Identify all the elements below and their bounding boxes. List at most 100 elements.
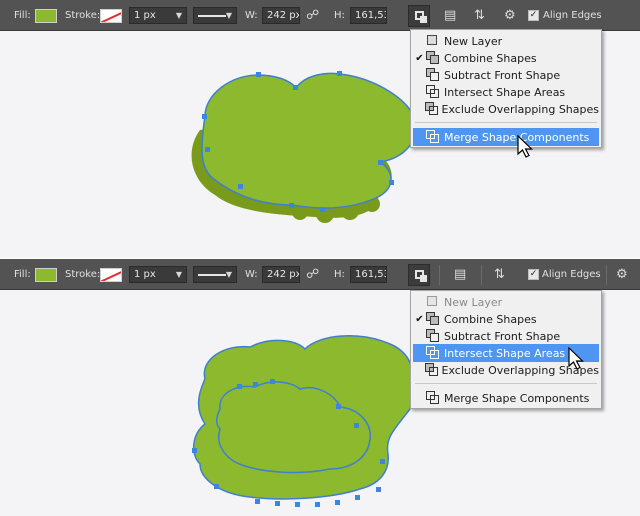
menu-item-label: Combine Shapes <box>444 312 537 326</box>
menu-item-label: Exclude Overlapping Shapes <box>441 102 600 116</box>
path-arrangement-icon[interactable]: ⇅ <box>474 8 485 23</box>
stroke-line-icon <box>198 273 226 276</box>
stroke-type-dropdown[interactable]: ▼ <box>193 266 237 283</box>
path-operations-button[interactable] <box>408 263 430 286</box>
chevron-down-icon: ▼ <box>225 270 232 279</box>
intersect-shape-areas-icon <box>426 346 440 360</box>
align-edges-checkbox[interactable]: ✓ <box>528 10 539 21</box>
anchor-point <box>256 72 261 77</box>
options-toolbar: Fill: Stroke: 1 px ▼ ▼ W: 242 px ☍ H: 161… <box>0 259 640 290</box>
merge-shape-components-icon <box>426 391 440 405</box>
menu-item-intersect-shape-areas[interactable]: Intersect Shape Areas <box>413 83 599 101</box>
anchor-point <box>253 382 258 387</box>
path-operations-menu: New Layer ✔ Combine Shapes Subtract Fron… <box>410 29 602 148</box>
fill-swatch[interactable] <box>35 267 57 282</box>
fill-label: Fill: <box>14 10 31 21</box>
stroke-width-dropdown[interactable]: 1 px ▼ <box>129 7 187 24</box>
gear-icon[interactable]: ⚙ <box>504 8 516 23</box>
path-operations-button[interactable] <box>408 4 430 27</box>
anchor-point <box>337 71 342 76</box>
anchor-point <box>315 502 320 507</box>
stroke-swatch[interactable] <box>100 267 122 282</box>
path-arrangement-icon[interactable]: ⇅ <box>494 267 505 282</box>
menu-item-subtract-front-shape[interactable]: Subtract Front Shape <box>413 327 599 345</box>
path-alignment-icon[interactable]: ▤ <box>454 267 466 282</box>
menu-item-label: New Layer <box>444 34 503 48</box>
toolbar-divider <box>481 264 482 285</box>
anchor-point <box>192 448 197 453</box>
anchor-point <box>237 384 242 389</box>
menu-item-label: Merge Shape Components <box>444 391 590 405</box>
menu-item-label: Combine Shapes <box>444 51 537 65</box>
chevron-down-icon: ▼ <box>175 270 182 279</box>
height-field[interactable]: 161,53 p <box>350 266 387 283</box>
anchor-point <box>275 501 280 506</box>
menu-item-combine-shapes[interactable]: ✔ Combine Shapes <box>413 49 599 67</box>
link-icon[interactable]: ☍ <box>306 267 319 282</box>
checkmark-icon: ✔ <box>415 313 424 325</box>
height-label: H: <box>334 269 345 280</box>
front-shape <box>201 72 417 209</box>
menu-item-label: Intersect Shape Areas <box>444 85 566 99</box>
menu-item-label: Subtract Front Shape <box>444 329 561 343</box>
anchor-point <box>289 203 294 208</box>
link-icon[interactable]: ☍ <box>306 8 319 23</box>
fill-swatch[interactable] <box>35 8 57 23</box>
height-label: H: <box>334 10 345 21</box>
stroke-width-value: 1 px <box>134 269 156 280</box>
options-toolbar: Fill: Stroke: 1 px ▼ ▼ W: 242 px ☍ H: 161… <box>0 0 640 31</box>
height-field[interactable]: 161,53 p <box>350 7 387 24</box>
exclude-overlapping-shapes-icon <box>424 102 438 116</box>
anchor-point <box>238 184 243 189</box>
width-label: W: <box>245 10 258 21</box>
anchor-point <box>378 160 383 165</box>
path-alignment-icon[interactable]: ▤ <box>444 8 456 23</box>
path-operations-icon <box>414 11 427 23</box>
intersect-shape-areas-icon <box>426 85 440 99</box>
menu-separator <box>415 383 597 384</box>
menu-item-new-layer[interactable]: New Layer <box>413 293 599 311</box>
anchor-point <box>376 487 381 492</box>
align-edges-label: Align Edges <box>542 269 601 280</box>
new-layer-icon <box>426 34 440 48</box>
chevron-down-icon: ▼ <box>225 11 232 20</box>
width-field[interactable]: 242 px <box>262 7 300 24</box>
subtract-front-shape-icon <box>426 329 440 343</box>
gear-icon[interactable]: ⚙ <box>616 267 628 282</box>
chevron-down-icon: ▼ <box>175 11 182 20</box>
mouse-pointer-icon <box>517 135 533 158</box>
merge-shape-components-icon <box>426 130 440 144</box>
anchor-point <box>295 502 300 507</box>
anchor-point <box>270 379 275 384</box>
anchor-point <box>202 114 207 119</box>
menu-separator <box>415 122 597 123</box>
anchor-point <box>205 147 210 152</box>
menu-item-merge-shape-components[interactable]: Merge Shape Components <box>413 389 599 407</box>
width-label: W: <box>245 269 258 280</box>
menu-item-exclude-overlapping-shapes[interactable]: Exclude Overlapping Shapes <box>413 100 599 118</box>
anchor-point <box>380 459 385 464</box>
screenshot-panel-bottom: Fill: Stroke: 1 px ▼ ▼ W: 242 px ☍ H: 161… <box>0 258 640 516</box>
menu-item-combine-shapes[interactable]: ✔ Combine Shapes <box>413 310 599 328</box>
new-layer-icon <box>426 295 440 309</box>
combine-shapes-icon <box>426 312 440 326</box>
subtract-front-shape-icon <box>426 68 440 82</box>
stroke-swatch[interactable] <box>100 8 122 23</box>
anchor-point <box>355 495 360 500</box>
combined-shape <box>193 335 416 500</box>
anchor-point <box>255 499 260 504</box>
menu-item-merge-shape-components[interactable]: Merge Shape Components <box>413 128 599 146</box>
align-edges-checkbox[interactable]: ✓ <box>528 269 539 280</box>
screenshot-panel-top: Fill: Stroke: 1 px ▼ ▼ W: 242 px ☍ H: 161… <box>0 0 640 258</box>
stroke-width-value: 1 px <box>134 10 156 21</box>
toolbar-divider <box>439 264 440 285</box>
width-field[interactable]: 242 px <box>262 266 300 283</box>
anchor-point <box>389 180 394 185</box>
menu-item-new-layer[interactable]: New Layer <box>413 32 599 50</box>
menu-item-label: Intersect Shape Areas <box>444 346 566 360</box>
stroke-line-icon <box>198 14 226 17</box>
menu-item-label: New Layer <box>444 295 503 309</box>
stroke-width-dropdown[interactable]: 1 px ▼ <box>129 266 187 283</box>
stroke-type-dropdown[interactable]: ▼ <box>193 7 237 24</box>
menu-item-subtract-front-shape[interactable]: Subtract Front Shape <box>413 66 599 84</box>
